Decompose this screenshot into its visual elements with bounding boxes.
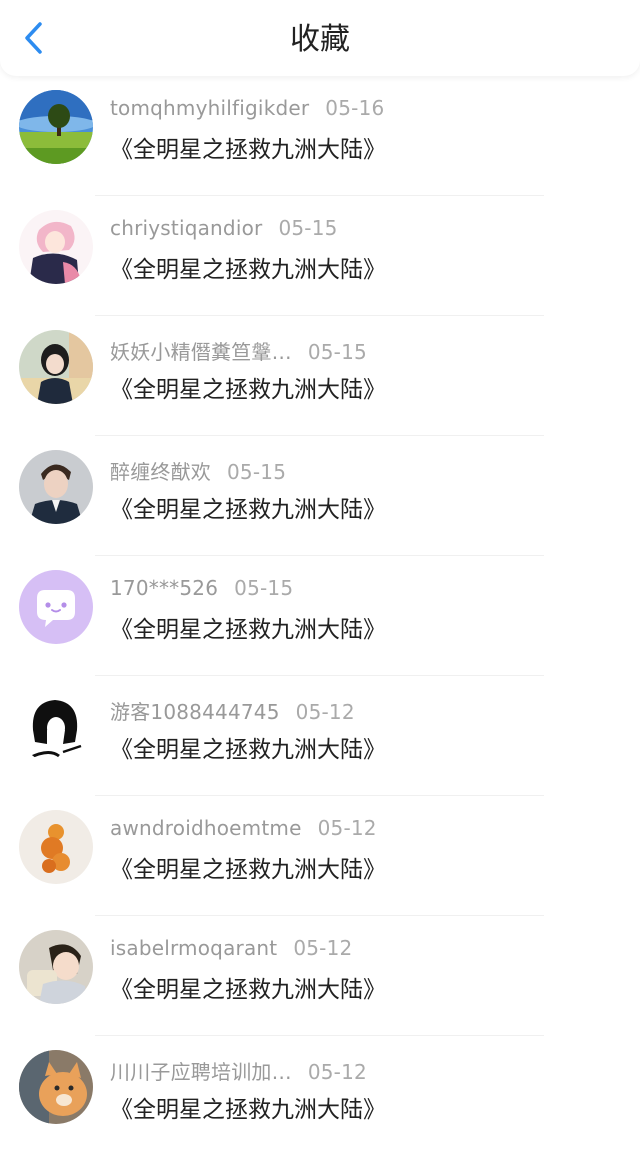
item-date: 05-12	[295, 700, 355, 724]
item-meta: tomqhmyhilfigikder 05-16	[110, 96, 384, 120]
item-meta: 游客1088444745 05-12	[110, 696, 355, 725]
game-title: 《全明星之拯救九洲大陆》	[110, 137, 386, 163]
top-bar: 收藏	[0, 0, 640, 76]
item-date: 05-12	[307, 1060, 367, 1084]
username: awndroidhoemtme	[110, 816, 302, 840]
list-item[interactable]: 川川子应聘培训加… 05-12 《全明星之拯救九洲大陆》	[0, 1036, 640, 1156]
username: chriystiqandior	[110, 216, 263, 240]
username: isabelrmoqarant	[110, 936, 278, 960]
item-meta: chriystiqandior 05-15	[110, 216, 338, 240]
username: 妖妖小精僭糞笪鞶…	[110, 340, 292, 364]
default-avatar-icon	[19, 570, 93, 644]
item-date: 05-16	[325, 96, 385, 120]
item-date: 05-12	[317, 816, 377, 840]
item-meta: 170***526 05-15	[110, 576, 293, 600]
item-date: 05-15	[227, 460, 287, 484]
username: tomqhmyhilfigikder	[110, 96, 310, 120]
item-meta: 川川子应聘培训加… 05-12	[110, 1056, 367, 1085]
item-date: 05-15	[278, 216, 338, 240]
list-item[interactable]: tomqhmyhilfigikder 05-16 《全明星之拯救九洲大陆》	[0, 76, 640, 196]
username: 170***526	[110, 576, 219, 600]
list-item[interactable]: isabelrmoqarant 05-12 《全明星之拯救九洲大陆》	[0, 916, 640, 1036]
game-title: 《全明星之拯救九洲大陆》	[110, 377, 386, 403]
list-item[interactable]: 醉缠终猷欢 05-15 《全明星之拯救九洲大陆》	[0, 436, 640, 556]
avatar[interactable]	[19, 1050, 93, 1124]
item-date: 05-15	[307, 340, 367, 364]
avatar[interactable]	[19, 930, 93, 1004]
game-title: 《全明星之拯救九洲大陆》	[110, 857, 386, 883]
game-title: 《全明星之拯救九洲大陆》	[110, 977, 386, 1003]
list-item[interactable]: chriystiqandior 05-15 《全明星之拯救九洲大陆》	[0, 196, 640, 316]
item-meta: 醉缠终猷欢 05-15	[110, 456, 286, 485]
avatar[interactable]	[19, 690, 93, 764]
list-item[interactable]: awndroidhoemtme 05-12 《全明星之拯救九洲大陆》	[0, 796, 640, 916]
item-date: 05-15	[234, 576, 294, 600]
avatar[interactable]	[19, 210, 93, 284]
username: 游客1088444745	[110, 700, 280, 724]
page-title: 收藏	[290, 22, 350, 57]
avatar[interactable]	[19, 330, 93, 404]
avatar[interactable]	[19, 570, 93, 644]
game-title: 《全明星之拯救九洲大陆》	[110, 1097, 386, 1123]
list-item[interactable]: 170***526 05-15 《全明星之拯救九洲大陆》	[0, 556, 640, 676]
username: 醉缠终猷欢	[110, 460, 211, 484]
item-date: 05-12	[293, 936, 353, 960]
list-item[interactable]: 妖妖小精僭糞笪鞶… 05-15 《全明星之拯救九洲大陆》	[0, 316, 640, 436]
game-title: 《全明星之拯救九洲大陆》	[110, 737, 386, 763]
game-title: 《全明星之拯救九洲大陆》	[110, 257, 386, 283]
list-item[interactable]: 游客1088444745 05-12 《全明星之拯救九洲大陆》	[0, 676, 640, 796]
avatar[interactable]	[19, 450, 93, 524]
avatar[interactable]	[19, 810, 93, 884]
game-title: 《全明星之拯救九洲大陆》	[110, 617, 386, 643]
avatar[interactable]	[19, 90, 93, 164]
item-meta: 妖妖小精僭糞笪鞶… 05-15	[110, 336, 367, 365]
favorites-list: tomqhmyhilfigikder 05-16 《全明星之拯救九洲大陆》 chr…	[0, 76, 640, 1156]
item-meta: isabelrmoqarant 05-12	[110, 936, 352, 960]
game-title: 《全明星之拯救九洲大陆》	[110, 497, 386, 523]
item-meta: awndroidhoemtme 05-12	[110, 816, 377, 840]
username: 川川子应聘培训加…	[110, 1060, 292, 1084]
